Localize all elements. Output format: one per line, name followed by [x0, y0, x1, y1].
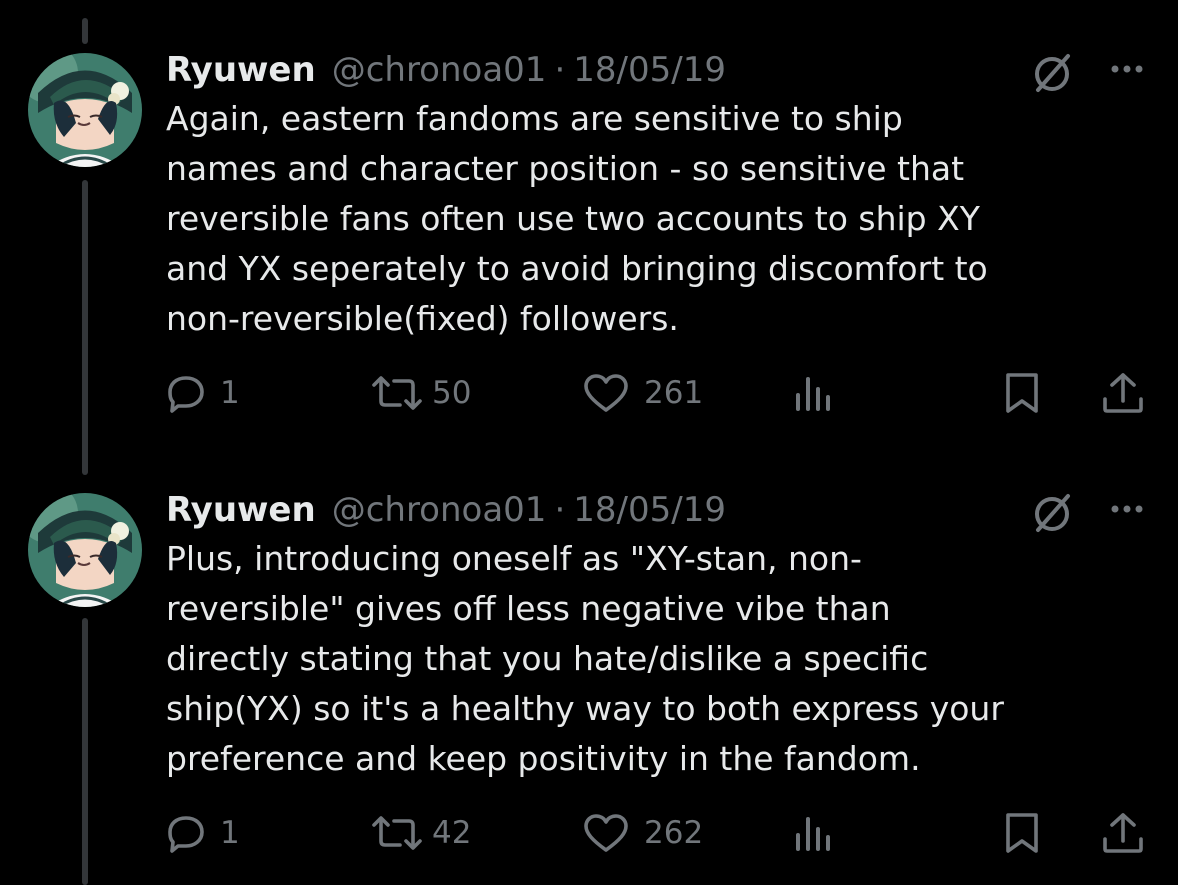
tweet-text: Again, eastern fandoms are sensitive to … [166, 99, 988, 338]
tweet-header: Ryuwen @chronoa01 · 18/05/19 [166, 48, 726, 92]
views-button[interactable] [792, 808, 834, 858]
like-button[interactable]: 262 [582, 808, 703, 858]
separator: · [554, 50, 566, 90]
avatar[interactable] [28, 493, 142, 607]
retweet-count: 42 [432, 815, 472, 851]
retweet-icon [372, 816, 422, 850]
share-icon [1103, 373, 1143, 413]
share-button[interactable] [1100, 368, 1146, 418]
bookmark-icon [1006, 373, 1038, 413]
reply-button[interactable]: 1 [166, 368, 240, 418]
reply-count: 1 [220, 815, 240, 851]
views-icon [796, 377, 830, 411]
tweet-date[interactable]: 18/05/19 [573, 490, 726, 530]
like-count: 262 [644, 815, 704, 851]
display-name[interactable]: Ryuwen [166, 490, 316, 530]
more-icon[interactable] [1108, 494, 1146, 524]
avatar[interactable] [28, 53, 142, 167]
handle[interactable]: @chronoa01 [332, 490, 547, 530]
tweet-text: Plus, introducing oneself as "XY-stan, n… [166, 539, 1004, 778]
reply-button[interactable]: 1 [166, 808, 240, 858]
like-icon [584, 814, 628, 852]
action-bar: 1 42 262 [0, 808, 1178, 858]
share-button[interactable] [1100, 808, 1146, 858]
mute-icon[interactable] [1030, 50, 1074, 94]
thread-line-top [82, 18, 88, 44]
reply-icon [168, 816, 204, 853]
reply-count: 1 [220, 375, 240, 411]
like-icon [584, 374, 628, 412]
retweet-count: 50 [432, 375, 472, 411]
retweet-icon [372, 376, 422, 410]
retweet-button[interactable]: 42 [370, 808, 471, 858]
tweet-date[interactable]: 18/05/19 [573, 50, 726, 90]
like-button[interactable]: 261 [582, 368, 703, 418]
more-icon[interactable] [1108, 54, 1146, 84]
retweet-button[interactable]: 50 [370, 368, 471, 418]
display-name[interactable]: Ryuwen [166, 50, 316, 90]
mute-icon[interactable] [1030, 490, 1074, 534]
like-count: 261 [644, 375, 704, 411]
bookmark-button[interactable] [1002, 368, 1042, 418]
bookmark-icon [1006, 813, 1038, 853]
views-icon [796, 817, 830, 851]
action-bar: 1 50 261 [0, 368, 1178, 418]
handle[interactable]: @chronoa01 [332, 50, 547, 90]
bookmark-button[interactable] [1002, 808, 1042, 858]
thread-line-middle [82, 180, 88, 475]
tweet-header: Ryuwen @chronoa01 · 18/05/19 [166, 488, 726, 532]
share-icon [1103, 813, 1143, 853]
reply-icon [168, 376, 204, 413]
separator: · [554, 490, 566, 530]
views-button[interactable] [792, 368, 834, 418]
